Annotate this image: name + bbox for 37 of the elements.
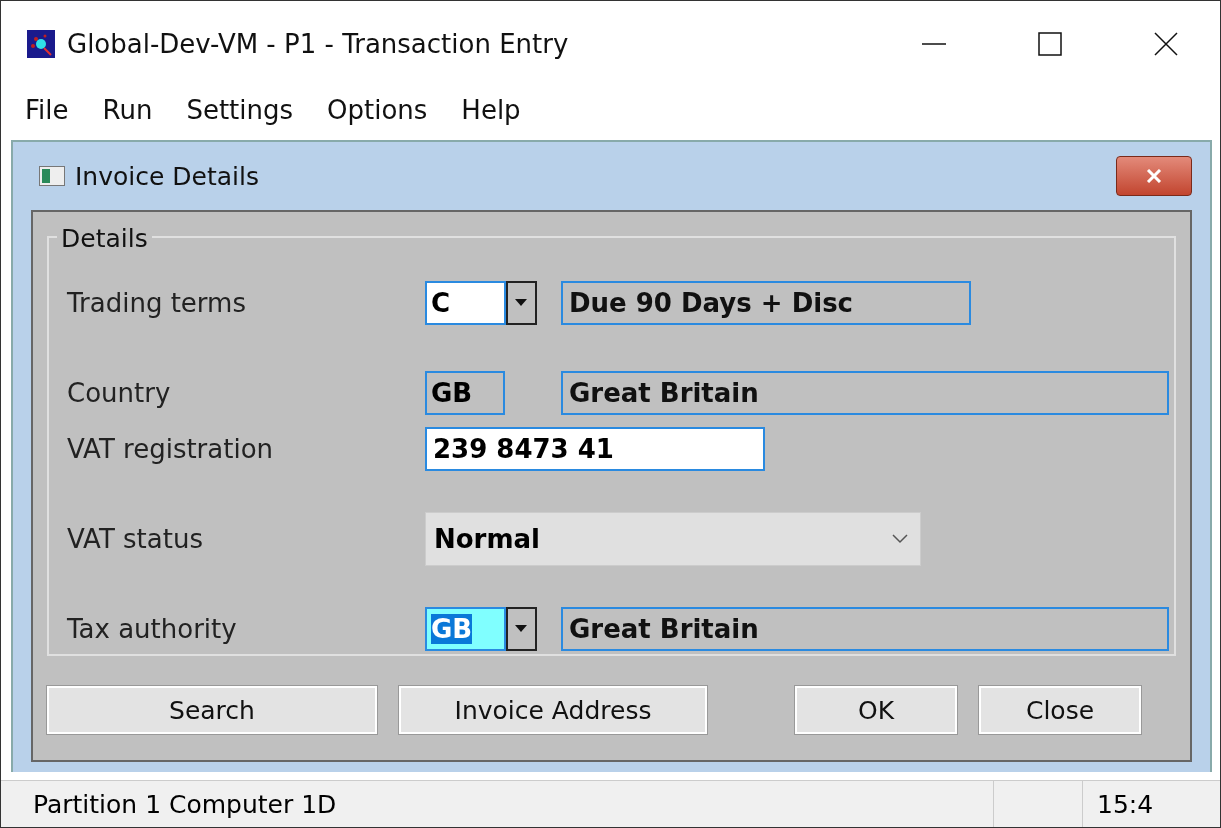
dialog-icon — [39, 166, 65, 186]
menu-item[interactable]: File — [25, 95, 69, 125]
dropdown-button[interactable] — [505, 607, 537, 651]
close-icon[interactable] — [1154, 31, 1178, 56]
chevron-icon — [892, 534, 908, 544]
field-label: Tax authority — [67, 614, 238, 644]
app-icon — [27, 29, 55, 58]
code-field[interactable]: GB — [425, 607, 506, 651]
dialog-button[interactable]: Search — [47, 686, 377, 734]
description-field: Great Britain — [561, 607, 1169, 651]
field-label: VAT status — [67, 524, 204, 554]
close-icon — [1144, 169, 1164, 183]
field-label: Trading terms — [67, 288, 247, 318]
caret-icon — [515, 299, 528, 307]
menu-item[interactable]: Run — [102, 95, 153, 125]
field-label: VAT registration — [67, 434, 275, 464]
description-field: Great Britain — [561, 371, 1169, 415]
menu-item[interactable]: Options — [327, 95, 428, 125]
code-field[interactable]: C — [425, 281, 506, 325]
dialog-button[interactable]: OK — [795, 686, 957, 734]
caret-icon — [515, 625, 528, 633]
maximize-icon[interactable] — [1038, 31, 1062, 56]
status-text: Partition 1 Computer 1D — [32, 789, 338, 819]
menu-item[interactable]: Settings — [186, 95, 293, 125]
input-field[interactable]: 239 8473 41 — [425, 427, 765, 471]
dialog-button[interactable]: Invoice Address — [399, 686, 707, 734]
window-title: Global-Dev-VM - P1 - Transaction Entry — [67, 28, 569, 59]
description-field: Due 90 Days + Disc — [561, 281, 971, 325]
status-time: 15:4 — [1096, 789, 1154, 819]
dialog-title: Invoice Details — [75, 161, 259, 191]
menu-item[interactable]: Help — [461, 95, 521, 125]
close-button[interactable] — [1116, 156, 1192, 196]
dropdown-button[interactable] — [505, 281, 537, 325]
field-label: Country — [67, 378, 172, 408]
code-field: GB — [425, 371, 505, 415]
dropdown-field[interactable]: Normal — [425, 512, 921, 566]
dialog-button[interactable]: Close — [979, 686, 1141, 734]
